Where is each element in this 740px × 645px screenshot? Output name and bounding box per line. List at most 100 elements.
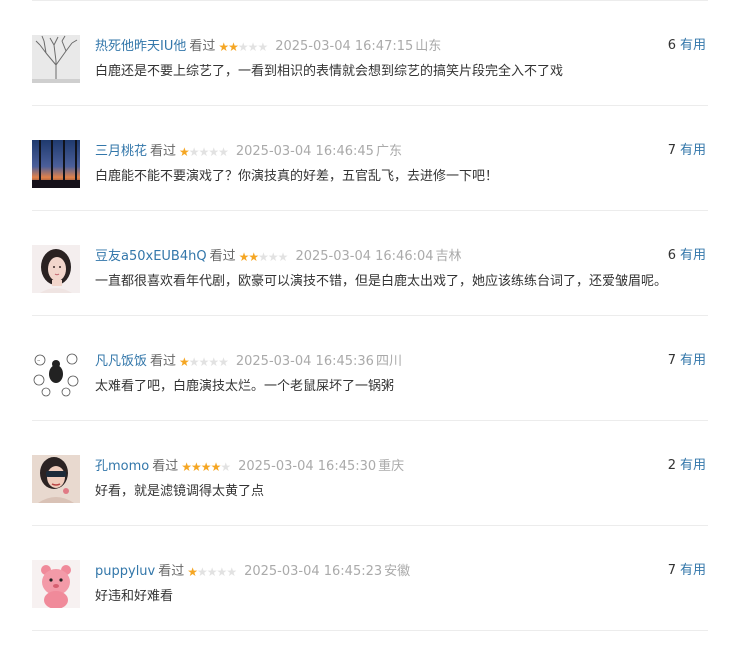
rating-stars: ★★★★★ bbox=[187, 563, 237, 581]
star-filled-icon: ★ bbox=[218, 40, 229, 54]
portrait-avatar[interactable] bbox=[32, 245, 80, 293]
comment-meta: 豆友a50xEUB4hQ 看过 ★★★★★ 2025-03-04 16:46:04 吉林 bbox=[95, 247, 462, 265]
star-filled-icon: ★ bbox=[200, 460, 212, 474]
vote-count: 6 bbox=[667, 38, 676, 53]
comment-time: 2025-03-04 16:45:23 bbox=[244, 564, 383, 579]
star-empty-icon: ★ bbox=[197, 565, 208, 579]
rating-stars: ★★★★★ bbox=[181, 458, 231, 476]
star-empty-icon: ★ bbox=[208, 145, 219, 159]
vote-count: 7 bbox=[667, 353, 676, 368]
rating-stars: ★★★★★ bbox=[218, 38, 268, 56]
doodle-avatar[interactable]: ~ bbox=[32, 350, 80, 398]
comment-location: 安徽 bbox=[384, 564, 411, 579]
star-empty-icon: ★ bbox=[226, 565, 237, 579]
vote-count: 6 bbox=[667, 248, 676, 263]
comment-meta: puppyluv 看过 ★★★★★ 2025-03-04 16:45:23 安徽 bbox=[95, 562, 410, 580]
comment-meta: 三月桃花 看过 ★★★★★ 2025-03-04 16:46:45 广东 bbox=[95, 142, 402, 160]
vote-label[interactable]: 有用 bbox=[680, 353, 706, 368]
vote-button[interactable]: 2 有用 bbox=[668, 457, 706, 475]
vote-count: 7 bbox=[667, 143, 676, 158]
comment-location: 四川 bbox=[375, 354, 402, 369]
star-filled-icon: ★ bbox=[238, 250, 250, 264]
star-filled-icon: ★ bbox=[179, 355, 190, 369]
star-filled-icon: ★ bbox=[187, 565, 198, 579]
vote-label[interactable]: 有用 bbox=[680, 563, 706, 578]
watch-status: 看过 bbox=[209, 249, 236, 264]
vote-button[interactable]: 7 有用 bbox=[668, 142, 706, 160]
svg-text:~: ~ bbox=[37, 358, 40, 363]
star-empty-icon: ★ bbox=[218, 145, 229, 159]
comment-time: 2025-03-04 16:45:36 bbox=[235, 354, 374, 369]
vote-button[interactable]: 6 有用 bbox=[668, 37, 706, 55]
comment-meta: 孔momo 看过 ★★★★★ 2025-03-04 16:45:30 重庆 bbox=[95, 457, 404, 475]
vote-label[interactable]: 有用 bbox=[680, 458, 706, 473]
rating-stars: ★★★★★ bbox=[179, 143, 229, 161]
comment-text: 太难看了吧，白鹿演技太烂。一个老鼠屎坏了一锅粥 bbox=[95, 379, 395, 394]
vote-button[interactable]: 6 有用 bbox=[668, 247, 706, 265]
star-empty-icon: ★ bbox=[218, 355, 229, 369]
watch-status: 看过 bbox=[158, 564, 185, 579]
sunglasses-avatar[interactable] bbox=[32, 455, 80, 503]
comment-meta: 凡凡饭饭 看过 ★★★★★ 2025-03-04 16:45:36 四川 bbox=[95, 352, 402, 370]
watch-status: 看过 bbox=[152, 459, 179, 474]
comment-text: 好看，就是滤镜调得太黄了点 bbox=[95, 484, 265, 499]
comment-location: 吉林 bbox=[435, 249, 462, 264]
star-empty-icon: ★ bbox=[247, 40, 259, 54]
vote-label[interactable]: 有用 bbox=[680, 38, 706, 53]
watch-status: 看过 bbox=[150, 354, 177, 369]
comment-time: 2025-03-04 16:47:15 bbox=[275, 39, 414, 54]
star-filled-icon: ★ bbox=[191, 460, 202, 474]
comment-item: puppyluv 看过 ★★★★★ 2025-03-04 16:45:23 安徽 7 有用… bbox=[32, 525, 708, 631]
star-empty-icon: ★ bbox=[220, 460, 231, 474]
star-empty-icon: ★ bbox=[198, 355, 210, 369]
pink-plush-avatar[interactable] bbox=[32, 560, 80, 608]
comment-text: 白鹿能不能不要演戏了？你演技真的好差，五官乱飞，去进修一下吧！ bbox=[95, 169, 499, 184]
username-link[interactable]: puppyluv bbox=[95, 564, 155, 579]
comment-time: 2025-03-04 16:46:45 bbox=[235, 144, 374, 159]
star-empty-icon: ★ bbox=[188, 145, 200, 159]
sunset-window-avatar[interactable] bbox=[32, 140, 80, 188]
username-link[interactable]: 凡凡饭饭 bbox=[95, 354, 147, 369]
comment-item: 豆友a50xEUB4hQ 看过 ★★★★★ 2025-03-04 16:46:04 吉林… bbox=[32, 210, 708, 316]
star-empty-icon: ★ bbox=[237, 40, 249, 54]
vote-label[interactable]: 有用 bbox=[680, 248, 706, 263]
vote-button[interactable]: 7 有用 bbox=[668, 352, 706, 370]
comment-text: 白鹿还是不要上综艺了，一看到相识的表情就会想到综艺的搞笑片段完全入不了戏 bbox=[95, 64, 564, 79]
star-empty-icon: ★ bbox=[206, 565, 218, 579]
vote-button[interactable]: 7 有用 bbox=[668, 562, 706, 580]
star-empty-icon: ★ bbox=[216, 565, 228, 579]
vote-count: 7 bbox=[667, 563, 676, 578]
vote-label[interactable]: 有用 bbox=[680, 143, 706, 158]
comment-location: 山东 bbox=[415, 39, 442, 54]
comment-time: 2025-03-04 16:45:30 bbox=[238, 459, 377, 474]
star-filled-icon: ★ bbox=[179, 145, 190, 159]
watch-status: 看过 bbox=[189, 39, 216, 54]
star-filled-icon: ★ bbox=[228, 40, 239, 54]
rating-stars: ★★★★★ bbox=[179, 353, 229, 371]
star-empty-icon: ★ bbox=[277, 250, 289, 264]
star-empty-icon: ★ bbox=[208, 355, 219, 369]
comment-text: 一直都很喜欢看年代剧，欧豪可以演技不错，但是白鹿太出戏了，她应该练练台词了，还爱… bbox=[95, 274, 668, 289]
star-empty-icon: ★ bbox=[267, 250, 279, 264]
star-filled-icon: ★ bbox=[210, 460, 222, 474]
star-empty-icon: ★ bbox=[198, 145, 210, 159]
comment-item: ~ 凡凡饭饭 看过 ★★★★★ 2025-03-04 16:45:36 四川 7 有用 太… bbox=[32, 315, 708, 421]
comment-location: 重庆 bbox=[378, 459, 405, 474]
username-link[interactable]: 孔momo bbox=[95, 459, 149, 474]
star-filled-icon: ★ bbox=[248, 250, 259, 264]
username-link[interactable]: 三月桃花 bbox=[95, 144, 147, 159]
bare-tree-avatar[interactable] bbox=[32, 35, 80, 83]
comment-item: 孔momo 看过 ★★★★★ 2025-03-04 16:45:30 重庆 2 有用 好看… bbox=[32, 420, 708, 526]
comment-item: 三月桃花 看过 ★★★★★ 2025-03-04 16:46:45 广东 7 有用 白鹿能… bbox=[32, 105, 708, 211]
rating-stars: ★★★★★ bbox=[238, 248, 289, 266]
username-link[interactable]: 豆友a50xEUB4hQ bbox=[95, 249, 207, 264]
comment-text: 好违和好难看 bbox=[95, 589, 174, 604]
star-empty-icon: ★ bbox=[188, 355, 200, 369]
star-empty-icon: ★ bbox=[258, 250, 269, 264]
star-filled-icon: ★ bbox=[181, 460, 192, 474]
star-empty-icon: ★ bbox=[257, 40, 268, 54]
vote-count: 2 bbox=[667, 458, 676, 473]
username-link[interactable]: 热死他昨天IU他 bbox=[95, 39, 186, 54]
comment-location: 广东 bbox=[375, 144, 402, 159]
comment-meta: 热死他昨天IU他 看过 ★★★★★ 2025-03-04 16:47:15 山东 bbox=[95, 37, 441, 55]
